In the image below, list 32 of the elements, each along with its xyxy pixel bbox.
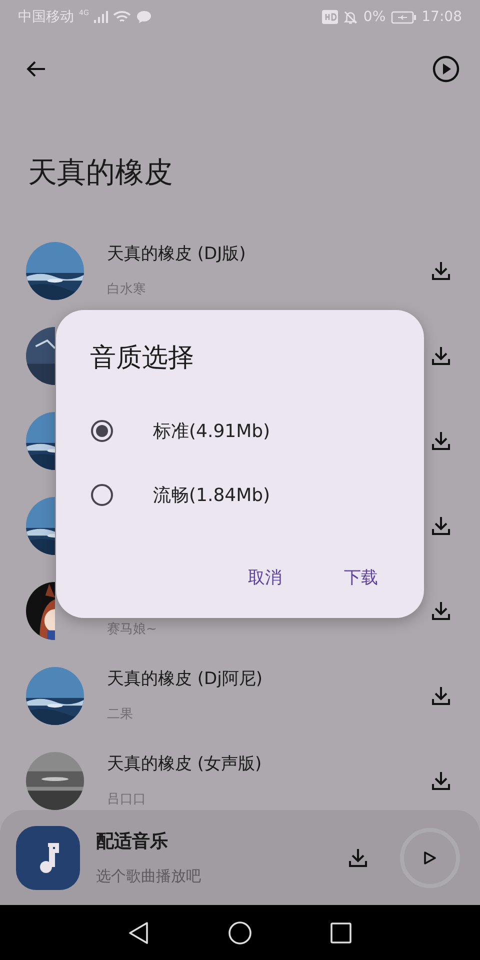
download-button[interactable]: 下载 <box>342 562 380 593</box>
battery-percent: 0% <box>363 9 386 25</box>
clock-time: 17:08 <box>422 9 462 25</box>
hd-icon <box>322 10 338 24</box>
radio-button[interactable] <box>91 420 113 442</box>
bell-off-icon <box>343 10 358 24</box>
artist-name: 白水寒 <box>107 281 147 299</box>
song-title[interactable]: 天真的橡皮 (Dj阿尼) <box>107 667 429 691</box>
battery-icon <box>390 10 417 24</box>
option-label[interactable]: 流畅(1.84Mb) <box>153 483 270 507</box>
cancel-button[interactable]: 取消 <box>246 562 284 593</box>
player-subtitle: 选个歌曲播放吧 <box>96 867 202 886</box>
message-icon <box>136 10 152 24</box>
artist-name: 吕口口 <box>107 791 147 809</box>
carrier-name: 中国移动 <box>18 8 74 26</box>
artist-name: 二果 <box>107 706 134 724</box>
option-label[interactable]: 标准(4.91Mb) <box>153 419 270 443</box>
back-icon[interactable] <box>128 920 150 944</box>
song-title[interactable]: 天真的橡皮 (DJ版) <box>107 242 429 266</box>
signal-icon <box>94 11 108 23</box>
play-icon <box>423 850 437 864</box>
radio-button[interactable] <box>91 484 113 506</box>
wifi-icon <box>112 10 131 24</box>
music-note-icon <box>16 826 80 890</box>
artist-name: 赛马娘~ <box>107 621 158 639</box>
home-icon[interactable] <box>228 920 252 944</box>
recents-icon[interactable] <box>330 922 352 944</box>
page-title: 天真的橡皮 <box>28 154 174 191</box>
play-circle-icon[interactable] <box>432 55 460 83</box>
song-title[interactable]: 天真的橡皮 (女声版) <box>107 752 429 776</box>
player-title: 配适音乐 <box>96 830 169 853</box>
dialog-title: 音质选择 <box>90 342 195 375</box>
